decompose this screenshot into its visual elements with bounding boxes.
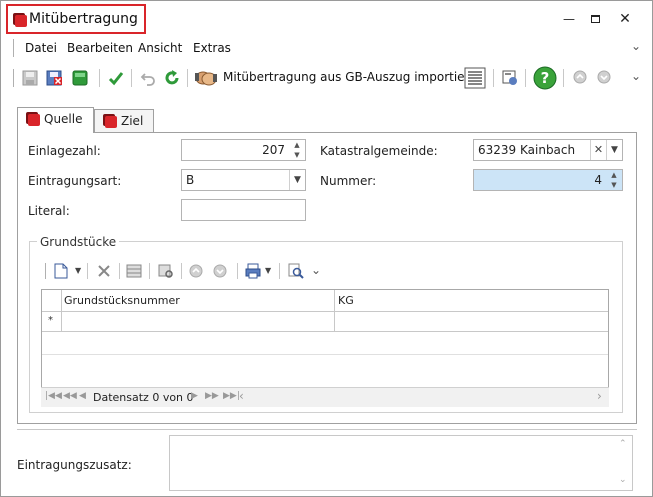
scroll-up-icon[interactable]: ⌃	[619, 439, 627, 449]
nav-first-icon[interactable]: |◀◀	[45, 391, 62, 401]
maximize-button[interactable]	[585, 11, 605, 27]
einlagezahl-label: Einlagezahl:	[28, 144, 101, 158]
tab-ziel-label: Ziel	[121, 114, 144, 128]
help-icon[interactable]: ?	[533, 66, 557, 90]
print-dropdown-icon[interactable]: ▼	[265, 266, 271, 275]
menu-overflow-chevron-icon[interactable]: ⌄	[631, 39, 641, 53]
nav-next-icon[interactable]: ▶	[191, 391, 198, 401]
menu-datei[interactable]: Datei	[25, 41, 57, 55]
toolbar-grip	[13, 69, 14, 87]
nummer-input[interactable]: 4	[473, 169, 623, 191]
tab-quelle-label: Quelle	[44, 112, 83, 126]
einlagezahl-input[interactable]: 207	[181, 139, 306, 161]
clear-icon[interactable]: ✕	[590, 140, 606, 160]
window-title: Mitübertragung	[29, 11, 138, 27]
eintragungsart-select[interactable]: B	[181, 169, 306, 191]
tab-ziel[interactable]: Ziel	[94, 109, 154, 133]
hscroll-left-icon[interactable]: ‹	[239, 389, 244, 403]
save-disabled-icon[interactable]	[21, 69, 39, 87]
new-document-icon[interactable]	[53, 262, 69, 280]
handshake-icon[interactable]	[195, 68, 217, 88]
eintragungsart-dropdown-icon[interactable]: ▼	[289, 170, 305, 190]
nav-last-icon[interactable]: ▶▶|	[223, 391, 240, 401]
close-button[interactable]: ✕	[615, 11, 635, 27]
app-icon	[15, 15, 27, 27]
svg-text:?: ?	[541, 69, 550, 87]
grid-move-up-icon[interactable]	[189, 264, 203, 278]
table-icon[interactable]	[125, 262, 143, 280]
grid-navigator: |◀◀ ◀◀ ◀ Datensatz 0 von 0 ▶ ▶▶ ▶▶| ‹ ›	[41, 387, 609, 407]
grundstuecke-group-label: Grundstücke	[37, 235, 120, 249]
nav-next-page-icon[interactable]: ▶▶	[205, 391, 219, 401]
nav-record-text: Datensatz 0 von 0	[93, 391, 194, 404]
katastralgemeinde-label: Katastralgemeinde:	[320, 144, 438, 158]
eintragungszusatz-scrollbar[interactable]: ⌃ ⌄	[616, 437, 632, 489]
menu-bearbeiten[interactable]: Bearbeiten	[67, 41, 133, 55]
search-icon[interactable]	[287, 262, 305, 280]
green-record-icon[interactable]	[71, 69, 89, 87]
ziel-tab-icon	[105, 116, 117, 128]
menu-ansicht[interactable]: Ansicht	[138, 41, 182, 55]
toolbar-overflow-chevron-icon[interactable]: ⌄	[631, 69, 641, 83]
new-dropdown-icon[interactable]: ▼	[75, 266, 81, 275]
menu-grip	[13, 39, 14, 57]
column-header-grundstuecksnummer[interactable]: Grundstücksnummer	[64, 294, 180, 307]
undo-icon[interactable]	[139, 69, 157, 87]
nav-prev-page-icon[interactable]: ◀◀	[63, 391, 77, 401]
document-list-icon[interactable]	[464, 67, 486, 89]
nav-prev-icon[interactable]: ◀	[79, 391, 86, 401]
move-down-icon[interactable]	[597, 70, 611, 84]
einlagezahl-spinner[interactable]: ▲ ▼	[290, 140, 304, 160]
tab-quelle[interactable]: Quelle	[17, 107, 94, 133]
grid-toolbar-grip	[45, 263, 46, 279]
column-header-kg[interactable]: KG	[338, 294, 354, 307]
new-row[interactable]	[42, 312, 608, 332]
literal-label: Literal:	[28, 204, 70, 218]
nummer-spinner[interactable]: ▲ ▼	[607, 170, 621, 190]
checkmark-icon[interactable]	[107, 69, 125, 87]
katastralgemeinde-dropdown-icon[interactable]: ▼	[606, 140, 622, 160]
eintragungsart-label: Eintragungsart:	[28, 174, 122, 188]
settings-view-icon[interactable]	[501, 69, 519, 87]
literal-input[interactable]	[181, 199, 306, 221]
menu-extras[interactable]: Extras	[193, 41, 231, 55]
grid-toolbar-chevron-icon[interactable]: ⌄	[311, 263, 321, 277]
quelle-tab-icon	[28, 114, 40, 126]
refresh-icon[interactable]	[163, 69, 181, 87]
eintragungszusatz-label: Eintragungszusatz:	[17, 458, 132, 472]
save-close-icon[interactable]	[45, 69, 63, 87]
grid-move-down-icon[interactable]	[213, 264, 227, 278]
eintragungsart-value: B	[186, 173, 195, 187]
main-window: Mitübertragung — ✕ Datei Bearbeiten Ansi…	[0, 0, 653, 497]
nummer-label: Nummer:	[320, 174, 377, 188]
delete-icon[interactable]	[95, 262, 113, 280]
import-button-label[interactable]: Mitübertragung aus GB-Auszug importieren	[223, 70, 484, 84]
katastralgemeinde-value: 63239 Kainbach	[478, 143, 576, 157]
table-search-icon[interactable]	[157, 262, 175, 280]
print-icon[interactable]	[244, 262, 262, 280]
move-up-icon[interactable]	[573, 70, 587, 84]
minimize-button[interactable]: —	[559, 11, 579, 27]
eintragungszusatz-textarea[interactable]	[169, 435, 633, 491]
hscroll-right-icon[interactable]: ›	[597, 389, 602, 403]
new-row-marker: *	[48, 315, 53, 326]
scroll-down-icon[interactable]: ⌄	[619, 475, 627, 485]
